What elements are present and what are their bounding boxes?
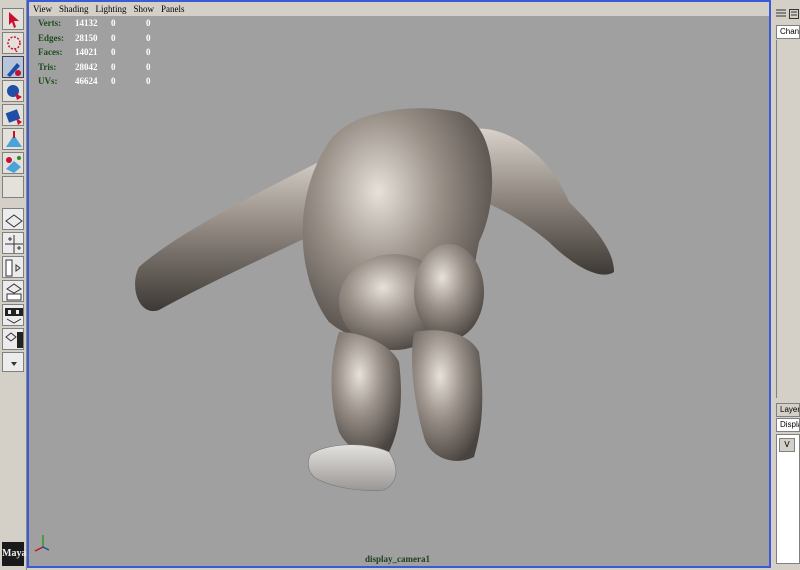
persp-outliner-layout-icon[interactable] (2, 328, 24, 350)
camera-name-label: display_camera1 (365, 554, 430, 564)
four-pane-layout-icon[interactable] (2, 232, 24, 254)
shoe (308, 444, 397, 491)
layer-list[interactable]: V (776, 434, 800, 564)
layer-editor-tab[interactable]: Layer (776, 403, 800, 417)
single-pane-layout-icon[interactable] (2, 208, 24, 230)
toolbox: Maya (0, 0, 27, 570)
manipulator-tool-icon[interactable] (2, 152, 24, 174)
channel-box-tab[interactable]: Chann (776, 25, 800, 39)
right-panel: Chann Layer Displa V (772, 0, 800, 570)
paint-select-tool-icon[interactable] (2, 56, 24, 78)
scale-tool-icon[interactable] (2, 128, 24, 150)
character-model[interactable] (29, 2, 769, 566)
rotate-tool-icon[interactable] (2, 104, 24, 126)
persp-graph-layout-icon[interactable] (2, 280, 24, 302)
glute-right (414, 244, 484, 340)
channel-box-icon[interactable] (776, 4, 786, 17)
outliner-layout-icon[interactable] (2, 256, 24, 278)
display-layers-tab[interactable]: Displa (776, 418, 800, 432)
visibility-column-header[interactable]: V (779, 438, 795, 452)
lasso-tool-icon[interactable] (2, 32, 24, 54)
move-tool-icon[interactable] (2, 80, 24, 102)
attribute-editor-icon[interactable] (789, 4, 799, 19)
persp-viewport[interactable]: View Shading Lighting Show Panels Verts: 1413… (27, 0, 771, 568)
last-tool-slot[interactable] (2, 176, 24, 198)
left-leg (331, 332, 401, 454)
right-leg (412, 330, 483, 461)
layout-menu-dropdown[interactable] (2, 352, 24, 372)
maya-logo: Maya (2, 542, 26, 566)
axis-gizmo-icon (34, 535, 50, 552)
channel-box-area (776, 40, 800, 398)
hypershade-layout-icon[interactable] (2, 304, 24, 326)
select-tool-icon[interactable] (2, 8, 24, 30)
